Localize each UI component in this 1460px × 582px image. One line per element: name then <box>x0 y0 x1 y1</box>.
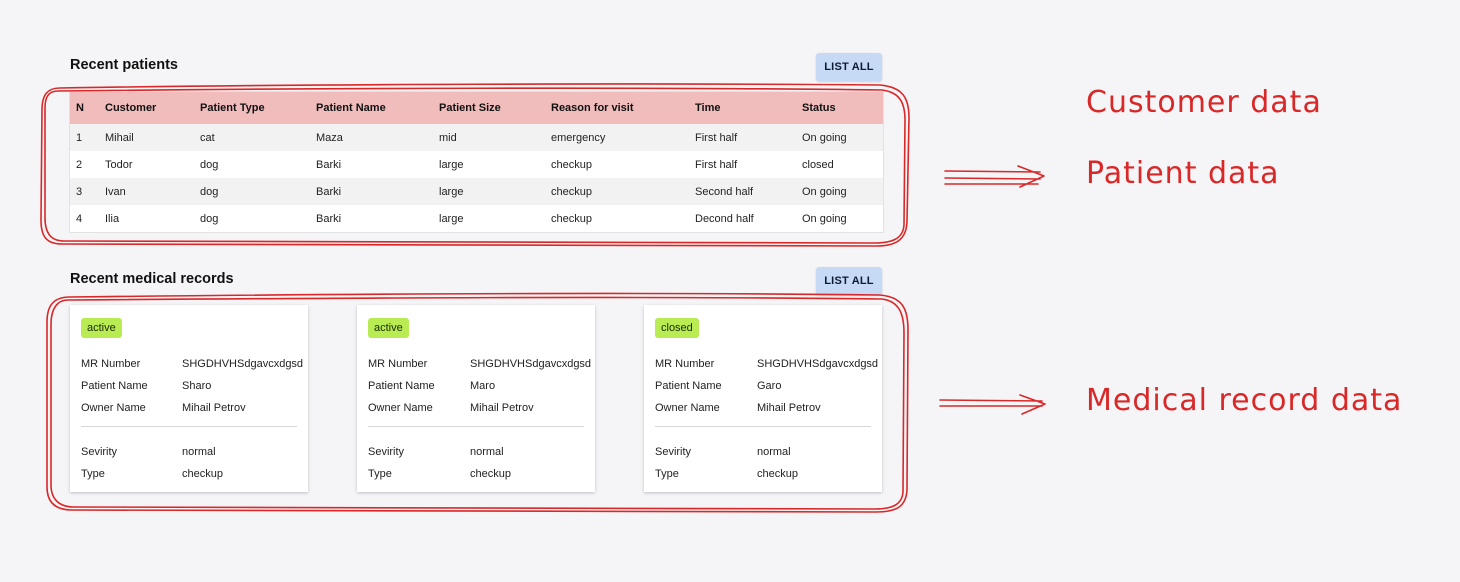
owner-name-label: Owner Name <box>368 402 433 414</box>
card-divider <box>368 426 584 427</box>
cell-patient-type: cat <box>200 131 215 144</box>
column-header[interactable]: Patient Name <box>316 92 439 124</box>
cell-reason: checkup <box>551 158 592 171</box>
card-divider <box>81 426 297 427</box>
cell-reason: checkup <box>551 185 592 198</box>
status-badge: closed <box>655 318 699 338</box>
severity-label: Sevirity <box>655 446 692 458</box>
cell-reason: emergency <box>551 131 606 144</box>
patients-section-title: Recent patients <box>70 57 178 73</box>
arrow-records <box>939 394 1046 415</box>
cell-patient-name: Barki <box>316 185 342 198</box>
column-header[interactable]: Time <box>695 92 802 124</box>
list-all-records-button[interactable]: LIST ALL <box>816 267 882 295</box>
cell-customer: Mihail <box>105 131 134 144</box>
mr-number-label: MR Number <box>368 358 428 370</box>
arrow-patients <box>944 165 1045 188</box>
cell-customer: Ilia <box>105 212 120 225</box>
table-header-row: N Customer Patient Type Patient Name Pat… <box>70 92 883 124</box>
severity-label: Sevirity <box>81 446 118 458</box>
severity-value: normal <box>470 446 504 458</box>
type-label: Type <box>81 468 105 480</box>
patient-name-label: Patient Name <box>655 380 722 392</box>
cell-patient-name: Maza <box>316 131 343 144</box>
cell-patient-type: dog <box>200 185 219 198</box>
table-row[interactable]: 3 Ivan dog Barki large checkup Second ha… <box>70 178 883 205</box>
column-header[interactable]: Patient Size <box>439 92 551 124</box>
cell-patient-name: Barki <box>316 158 342 171</box>
severity-value: normal <box>757 446 791 458</box>
cell-status: closed <box>802 158 834 171</box>
patient-name-value: Maro <box>470 380 496 392</box>
patients-table: N Customer Patient Type Patient Name Pat… <box>70 92 883 232</box>
type-value: checkup <box>470 468 511 480</box>
mr-number-label: MR Number <box>81 358 141 370</box>
cell-time: Decond half <box>695 212 754 225</box>
cell-patient-size: large <box>439 212 464 225</box>
patient-name-label: Patient Name <box>368 380 435 392</box>
owner-name-value: Mihail Petrov <box>757 402 821 414</box>
owner-name-value: Mihail Petrov <box>470 402 534 414</box>
table-row[interactable]: 2 Todor dog Barki large checkup First ha… <box>70 151 883 178</box>
cell-patient-name: Barki <box>316 212 342 225</box>
cell-number: 3 <box>76 185 83 198</box>
mr-number-label: MR Number <box>655 358 715 370</box>
cell-number: 4 <box>76 212 83 225</box>
cell-status: On going <box>802 131 847 144</box>
mr-number-value: SHGDHVHSdgavcxdgsd <box>470 358 592 370</box>
table-row[interactable]: 4 Ilia dog Barki large checkup Decond ha… <box>70 205 883 232</box>
type-value: checkup <box>757 468 798 480</box>
table-row[interactable]: 1 Mihail cat Maza mid emergency First ha… <box>70 124 883 151</box>
owner-name-label: Owner Name <box>655 402 720 414</box>
mr-number-value: SHGDHVHSdgavcxdgsd <box>182 358 304 370</box>
cell-status: On going <box>802 212 847 225</box>
type-label: Type <box>655 468 679 480</box>
owner-name-label: Owner Name <box>81 402 146 414</box>
column-header[interactable]: Customer <box>105 92 200 124</box>
type-label: Type <box>368 468 392 480</box>
cell-patient-size: mid <box>439 131 457 144</box>
card-divider <box>655 426 871 427</box>
list-all-patients-button[interactable]: LIST ALL <box>816 53 882 81</box>
column-header[interactable]: Patient Type <box>200 92 316 124</box>
type-value: checkup <box>182 468 223 480</box>
severity-label: Sevirity <box>368 446 405 458</box>
medical-record-card[interactable]: active MR Number SHGDHVHSdgavcxdgsd Pati… <box>357 305 595 492</box>
column-header[interactable]: Reason for visit <box>551 92 695 124</box>
cell-time: First half <box>695 158 738 171</box>
cell-patient-size: large <box>439 185 464 198</box>
owner-name-value: Mihail Petrov <box>182 402 246 414</box>
cell-customer: Todor <box>105 158 133 171</box>
mr-number-value: SHGDHVHSdgavcxdgsd <box>757 358 879 370</box>
patient-name-label: Patient Name <box>81 380 148 392</box>
annotation-patient-data: Patient data <box>1086 156 1280 191</box>
cell-customer: Ivan <box>105 185 126 198</box>
cell-number: 1 <box>76 131 83 144</box>
cell-reason: checkup <box>551 212 592 225</box>
cell-status: On going <box>802 185 847 198</box>
patient-name-value: Garo <box>757 380 782 392</box>
medical-record-card[interactable]: closed MR Number SHGDHVHSdgavcxdgsd Pati… <box>644 305 882 492</box>
cell-number: 2 <box>76 158 83 171</box>
column-header[interactable]: Status <box>802 92 883 124</box>
annotation-customer-data: Customer data <box>1086 85 1322 120</box>
status-badge: active <box>368 318 409 338</box>
patient-name-value: Sharo <box>182 380 212 392</box>
annotation-medical-record-data: Medical record data <box>1086 383 1403 418</box>
status-badge: active <box>81 318 122 338</box>
cell-patient-type: dog <box>200 158 219 171</box>
records-section-title: Recent medical records <box>70 271 234 287</box>
cell-time: Second half <box>695 185 754 198</box>
column-header[interactable]: N <box>70 92 105 124</box>
cell-time: First half <box>695 131 738 144</box>
severity-value: normal <box>182 446 216 458</box>
medical-record-card[interactable]: active MR Number SHGDHVHSdgavcxdgsd Pati… <box>70 305 308 492</box>
cell-patient-type: dog <box>200 212 219 225</box>
cell-patient-size: large <box>439 158 464 171</box>
